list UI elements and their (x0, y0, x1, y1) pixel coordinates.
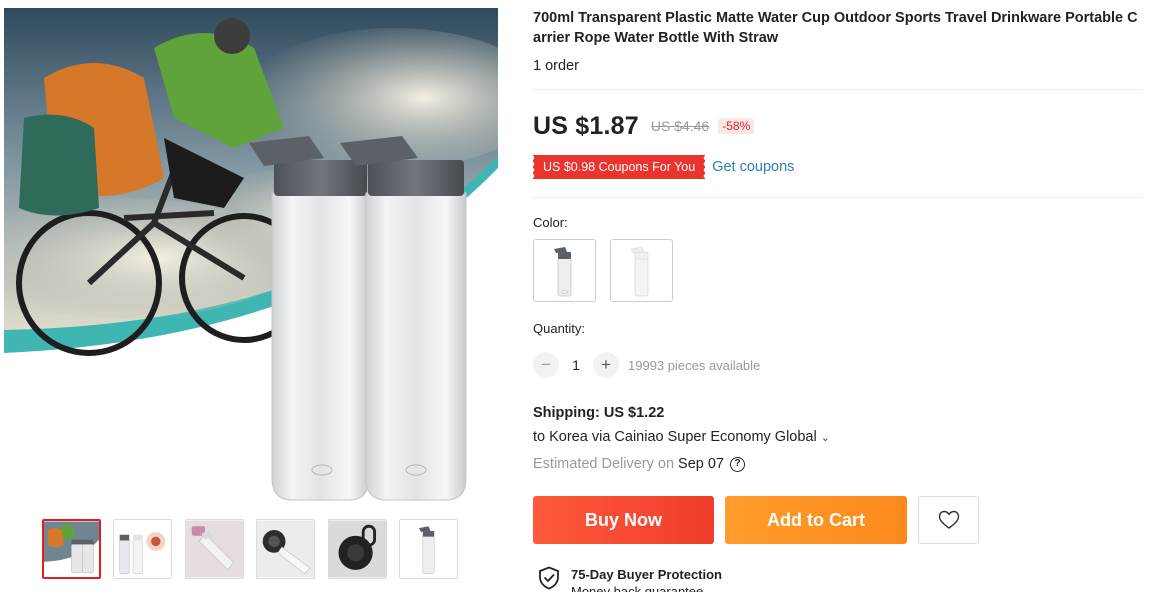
shipping-method-text: to Korea via Cainiao Super Economy Globa… (533, 429, 817, 445)
discount-badge: -58% (718, 118, 755, 134)
delivery-date: Sep 07 (678, 456, 724, 472)
image-gallery (0, 0, 500, 592)
black-lid-thumb (257, 520, 314, 578)
cyclist-bottles-thumb (44, 521, 99, 577)
product-title: 700ml Transparent Plastic Matte Water Cu… (533, 10, 1138, 46)
divider (533, 89, 1143, 90)
bottles-with-logo-thumb (114, 520, 171, 578)
quantity-stepper: − 1 + 19993 pieces available (533, 352, 760, 378)
thumbnail-2[interactable] (113, 519, 172, 579)
thumbnail-3[interactable] (185, 519, 244, 579)
add-to-cart-button[interactable]: Add to Cart (725, 496, 907, 544)
color-option-clear-lid[interactable] (610, 239, 673, 302)
pink-bottle-thumb (186, 520, 243, 578)
help-icon[interactable]: ? (730, 456, 745, 472)
thumbnail-4[interactable] (256, 519, 315, 579)
quantity-value[interactable]: 1 (559, 357, 593, 373)
buy-now-label: Buy Now (584, 509, 662, 530)
protection-text: 75-Day Buyer Protection Money back guara… (571, 566, 722, 592)
wishlist-button[interactable] (918, 496, 979, 544)
quantity-decrease-button[interactable]: − (533, 352, 559, 378)
shield-check-icon (539, 566, 559, 590)
chevron-down-icon: ⌄ (820, 432, 830, 444)
heart-icon (938, 510, 959, 529)
shipping-cost: Shipping: US $1.22 (533, 405, 665, 421)
add-to-cart-label: Add to Cart (767, 509, 865, 530)
quantity-increase-button[interactable]: + (593, 352, 619, 378)
color-option-dark-lid[interactable] (533, 239, 596, 302)
protection-subtitle: Money back guarantee (571, 584, 704, 592)
thumbnail-6[interactable] (399, 519, 458, 579)
color-label: Color: (533, 215, 568, 230)
thumbnail-1[interactable] (42, 519, 101, 579)
single-bottle-thumb (400, 520, 457, 578)
water-bottles-cyclist-photo (4, 8, 498, 501)
coupon-row: US $0.98 Coupons For You Get coupons (531, 155, 794, 179)
shipping-method-selector[interactable]: to Korea via Cainiao Super Economy Globa… (533, 429, 830, 445)
delivery-label: Estimated Delivery on (533, 456, 675, 472)
thumbnail-strip (42, 519, 462, 579)
estimated-delivery: Estimated Delivery on Sep 07 ? (533, 456, 745, 472)
original-price: US $4.46 (650, 118, 710, 134)
order-count: 1 order (533, 58, 579, 74)
get-coupons-link[interactable]: Get coupons (712, 159, 794, 175)
dark-lid-bottle-icon (554, 247, 572, 297)
quantity-label: Quantity: (533, 321, 586, 336)
current-price: US $1.87 (533, 111, 639, 140)
buy-now-button[interactable]: Buy Now (533, 496, 714, 544)
stock-available: 19993 pieces available (628, 357, 761, 373)
clear-lid-bottle-icon (630, 246, 649, 297)
main-product-image[interactable] (4, 8, 498, 502)
coupon-tag[interactable]: US $0.98 Coupons For You (531, 155, 707, 179)
buyer-protection: 75-Day Buyer Protection Money back guara… (538, 566, 722, 592)
thumbnail-5[interactable] (328, 519, 387, 579)
divider (533, 197, 1143, 198)
lid-closeup-thumb (329, 520, 386, 578)
price-row: US $1.87 US $4.46 -58% (533, 110, 755, 142)
protection-title: 75-Day Buyer Protection (571, 567, 722, 582)
product-info-panel: 700ml Transparent Plastic Matte Water Cu… (531, 0, 1143, 592)
